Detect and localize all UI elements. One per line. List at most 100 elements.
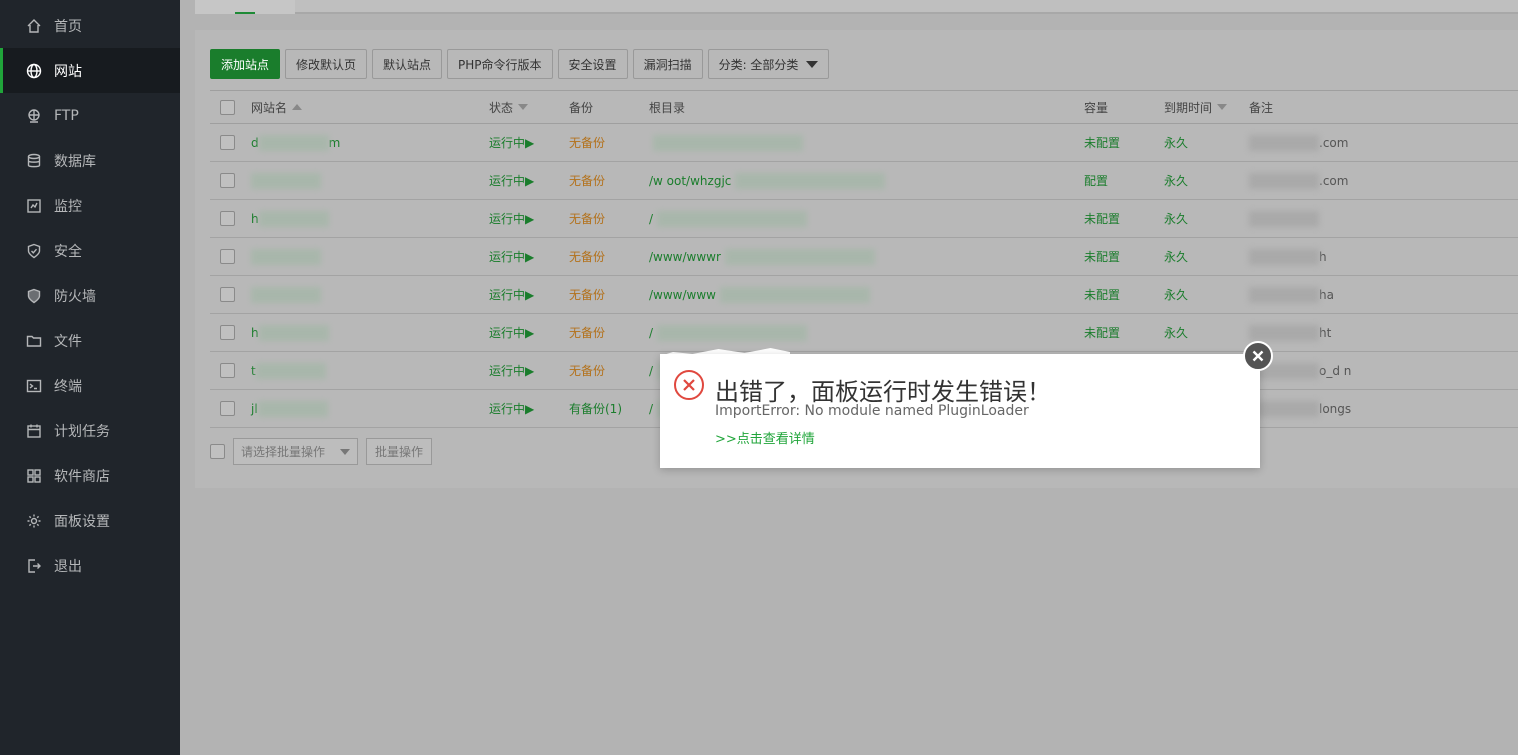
batch-operations: 请选择批量操作 批量操作	[210, 438, 433, 465]
expiry-link[interactable]: 永久	[1164, 238, 1188, 275]
root-dir-link[interactable]: /	[649, 314, 808, 351]
root-dir-link[interactable]	[649, 124, 803, 161]
site-name-link[interactable]: h	[251, 314, 329, 351]
row-checkbox[interactable]	[220, 211, 235, 226]
backup-link[interactable]: 无备份	[569, 124, 605, 161]
sidebar-item-settings[interactable]: 面板设置	[0, 498, 180, 543]
expiry-link[interactable]: 永久	[1164, 200, 1188, 237]
select-all-checkbox[interactable]	[220, 99, 235, 115]
capacity-link[interactable]: 配置	[1084, 162, 1108, 199]
sidebar-item-cron[interactable]: 计划任务	[0, 408, 180, 453]
site-name-link[interactable]: dm	[251, 124, 340, 161]
redaction	[1249, 210, 1319, 227]
site-name: d	[251, 135, 259, 150]
select-all-footer-checkbox[interactable]	[210, 444, 225, 459]
expiry-link[interactable]: 永久	[1164, 124, 1188, 161]
add-site-button[interactable]: 添加站点	[210, 49, 281, 79]
backup-link[interactable]: 无备份	[569, 238, 605, 275]
note-field[interactable]: ha	[1249, 276, 1334, 313]
capacity-link[interactable]: 未配置	[1084, 238, 1120, 275]
firewall-shield-icon	[26, 288, 42, 304]
site-name-link[interactable]	[251, 238, 321, 275]
header-status[interactable]: 状态	[489, 91, 529, 123]
default-site-button[interactable]: 默认站点	[372, 49, 443, 79]
note-field[interactable]	[1249, 200, 1319, 237]
close-dialog-button[interactable]	[1243, 341, 1273, 371]
row-checkbox[interactable]	[220, 401, 235, 416]
backup-link[interactable]: 无备份	[569, 162, 605, 199]
sidebar-item-files[interactable]: 文件	[0, 318, 180, 363]
sidebar-item-label: 文件	[54, 333, 82, 350]
status-toggle[interactable]: 运行中▶	[489, 124, 534, 161]
row-checkbox[interactable]	[220, 135, 235, 150]
backup-link[interactable]: 无备份	[569, 314, 605, 351]
view-details-link[interactable]: >>点击查看详情	[715, 428, 815, 447]
redaction	[724, 248, 875, 265]
error-title: 出错了，面板运行时发生错误！	[715, 378, 1051, 406]
expiry-link[interactable]: 永久	[1164, 314, 1188, 351]
capacity-link[interactable]: 未配置	[1084, 276, 1120, 313]
vuln-scan-button[interactable]: 漏洞扫描	[632, 49, 703, 79]
header-site-name[interactable]: 网站名	[251, 91, 303, 123]
batch-select-placeholder: 请选择批量操作	[241, 445, 326, 459]
category-dropdown[interactable]: 分类: 全部分类	[707, 49, 830, 79]
row-checkbox[interactable]	[220, 325, 235, 340]
sidebar-item-logout[interactable]: 退出	[0, 543, 180, 588]
backup-link[interactable]: 无备份	[569, 200, 605, 237]
capacity-link[interactable]: 未配置	[1084, 200, 1120, 237]
redaction	[719, 286, 870, 303]
batch-operation-button[interactable]: 批量操作	[366, 438, 433, 465]
edit-default-page-button[interactable]: 修改默认页	[285, 49, 368, 79]
root-dir-link[interactable]: /	[649, 200, 808, 237]
row-checkbox[interactable]	[220, 173, 235, 188]
row-checkbox[interactable]	[220, 287, 235, 302]
status-toggle[interactable]: 运行中▶	[489, 200, 534, 237]
sidebar-item-monitor[interactable]: 监控	[0, 183, 180, 228]
status-toggle[interactable]: 运行中▶	[489, 314, 534, 351]
backup-link[interactable]: 无备份	[569, 276, 605, 313]
status-toggle[interactable]: 运行中▶	[489, 162, 534, 199]
root-dir-link[interactable]: /www/wwwr	[649, 238, 875, 275]
note-field[interactable]: .com	[1249, 124, 1348, 161]
sidebar-item-website[interactable]: 网站	[0, 48, 180, 93]
sidebar-item-database[interactable]: 数据库	[0, 138, 180, 183]
status-toggle[interactable]: 运行中▶	[489, 390, 534, 427]
sidebar-item-security[interactable]: 安全	[0, 228, 180, 273]
root-dir-link[interactable]: /www/www	[649, 276, 870, 313]
sidebar-item-ftp[interactable]: FTP	[0, 93, 180, 138]
backup-link[interactable]: 有备份(1)	[569, 390, 622, 427]
site-name-link[interactable]: t	[251, 352, 326, 389]
sidebar-item-home[interactable]: 首页	[0, 3, 180, 48]
sidebar-item-store[interactable]: 软件商店	[0, 453, 180, 498]
row-checkbox[interactable]	[220, 249, 235, 264]
site-name-link[interactable]: h	[251, 200, 329, 237]
note-field[interactable]: .com	[1249, 162, 1348, 199]
header-expiry[interactable]: 到期时间	[1164, 91, 1228, 123]
sidebar-item-terminal[interactable]: 终端	[0, 363, 180, 408]
php-cli-version-button[interactable]: PHP命令行版本	[447, 49, 553, 79]
site-name: h	[251, 211, 259, 226]
row-checkbox[interactable]	[220, 363, 235, 378]
table-header: 网站名 状态 备份 根目录 容量 到期时间 备注	[210, 90, 1518, 124]
site-name-tail: m	[328, 135, 341, 150]
security-settings-button[interactable]: 安全设置	[557, 49, 628, 79]
site-name-link[interactable]: jl	[251, 390, 328, 427]
site-name-link[interactable]	[251, 276, 321, 313]
backup-link[interactable]: 无备份	[569, 352, 605, 389]
status-toggle[interactable]: 运行中▶	[489, 238, 534, 275]
expiry-link[interactable]: 永久	[1164, 276, 1188, 313]
capacity-link[interactable]: 未配置	[1084, 314, 1120, 351]
site-name-link[interactable]	[251, 162, 321, 199]
capacity-link[interactable]: 未配置	[1084, 124, 1120, 161]
table-row: 运行中▶ 无备份/www/www 未配置 永久 ha	[210, 276, 1518, 314]
batch-select[interactable]: 请选择批量操作	[233, 438, 358, 465]
sidebar-item-firewall[interactable]: 防火墙	[0, 273, 180, 318]
header-capacity: 容量	[1084, 100, 1109, 115]
note-field[interactable]: longs	[1249, 390, 1351, 427]
status-toggle[interactable]: 运行中▶	[489, 352, 534, 389]
redaction	[657, 210, 808, 227]
root-dir-link[interactable]: /w oot/whzgjc	[649, 162, 886, 199]
note-field[interactable]: h	[1249, 238, 1327, 275]
status-toggle[interactable]: 运行中▶	[489, 276, 534, 313]
expiry-link[interactable]: 永久	[1164, 162, 1188, 199]
